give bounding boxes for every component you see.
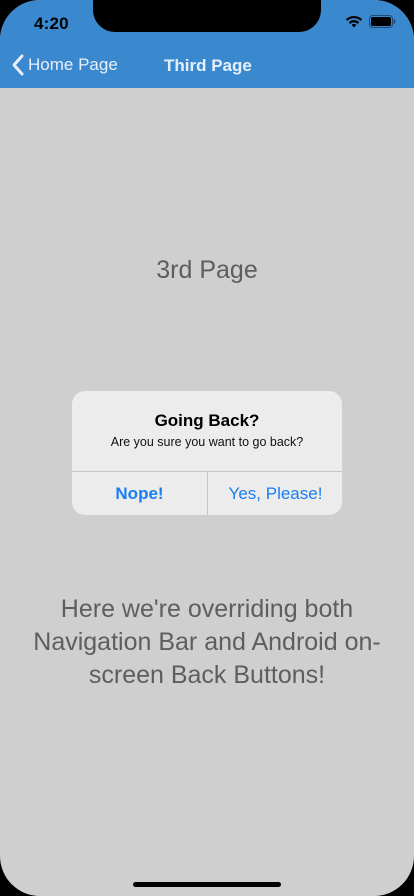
status-time: 4:20 <box>34 14 69 33</box>
nope-button[interactable]: Nope! <box>72 472 207 515</box>
chevron-left-icon <box>12 54 24 76</box>
nav-title: Third Page <box>164 56 252 75</box>
back-button[interactable]: Home Page <box>10 53 118 77</box>
device-notch <box>93 0 321 32</box>
alert-title: Going Back? <box>154 411 260 430</box>
back-button-label: Home Page <box>28 55 118 74</box>
header-bar: 4:20 Home Page Third Page <box>0 0 414 88</box>
home-indicator[interactable] <box>133 882 281 887</box>
battery-icon <box>369 15 396 28</box>
yes-please-button[interactable]: Yes, Please! <box>208 472 342 515</box>
status-icons <box>345 15 396 28</box>
wifi-icon <box>345 15 363 28</box>
alert-dialog: Going Back? Are you sure you want to go … <box>72 391 342 515</box>
page-heading: 3rd Page <box>156 256 258 284</box>
alert-message: Are you sure you want to go back? <box>110 435 304 449</box>
phone-screen: 4:20 Home Page Third Page 3rd Page Going… <box>0 0 414 896</box>
page-description: Here we're overriding both Navigation Ba… <box>33 595 381 689</box>
